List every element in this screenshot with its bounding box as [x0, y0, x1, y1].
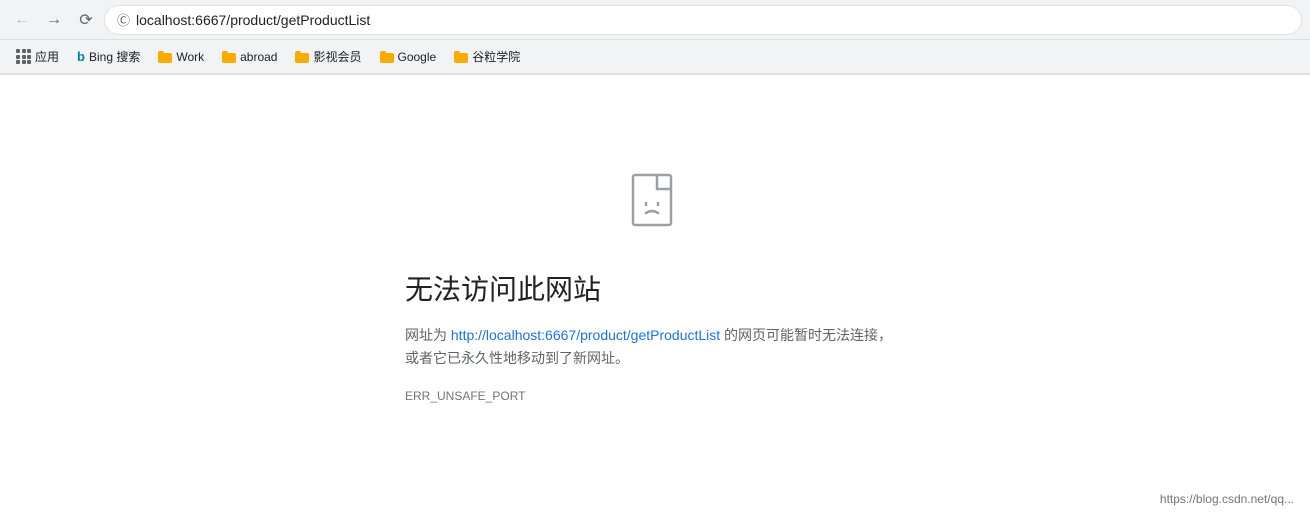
- bing-icon: b: [77, 49, 85, 64]
- apps-label: 应用: [35, 48, 59, 65]
- error-wrapper: 无法访问此网站 网址为 http://localhost:6667/produc…: [20, 167, 1290, 403]
- url-text: localhost:6667/product/getProductList: [136, 12, 1289, 28]
- folder-icon: [222, 51, 236, 63]
- page-content: 无法访问此网站 网址为 http://localhost:6667/produc…: [0, 75, 1310, 455]
- bookmark-abroad[interactable]: abroad: [214, 46, 285, 68]
- apps-grid-icon: [16, 49, 31, 64]
- bookmark-apps[interactable]: 应用: [8, 44, 67, 69]
- error-icon: [619, 167, 691, 244]
- bookmark-label: 影视会员: [313, 48, 361, 65]
- folder-icon: [158, 51, 172, 63]
- error-text-block: 无法访问此网站 网址为 http://localhost:6667/produc…: [405, 268, 905, 403]
- bookmark-movie[interactable]: 影视会员: [287, 44, 369, 69]
- address-bar[interactable]: Ⓒ localhost:6667/product/getProductList: [104, 5, 1302, 35]
- reload-button[interactable]: ⟳: [72, 6, 100, 34]
- bookmark-bing[interactable]: b Bing 搜索: [69, 44, 148, 69]
- forward-button[interactable]: →: [40, 6, 68, 34]
- folder-icon: [295, 51, 309, 63]
- folder-icon: [380, 51, 394, 63]
- lock-icon: Ⓒ: [117, 10, 130, 29]
- bookmark-label: 谷粒学院: [472, 48, 520, 65]
- bookmarks-bar: 应用 b Bing 搜索 Work abroad 影视会员 Google 谷粒学…: [0, 40, 1310, 74]
- error-code: ERR_UNSAFE_PORT: [405, 389, 525, 403]
- description-prefix: 网址为: [405, 327, 451, 343]
- bookmark-google[interactable]: Google: [372, 46, 445, 68]
- bookmark-grain[interactable]: 谷粒学院: [446, 44, 528, 69]
- error-description: 网址为 http://localhost:6667/product/getPro…: [405, 324, 905, 369]
- error-heading: 无法访问此网站: [405, 268, 905, 308]
- nav-bar: ← → ⟳ Ⓒ localhost:6667/product/getProduc…: [0, 0, 1310, 40]
- bookmark-label: Google: [398, 50, 437, 64]
- back-button[interactable]: ←: [8, 6, 36, 34]
- bottom-link-text: https://blog.csdn.net/qq...: [1160, 492, 1294, 506]
- bing-label: Bing 搜索: [89, 48, 140, 65]
- bottom-link: https://blog.csdn.net/qq...: [1160, 492, 1294, 506]
- bookmark-label: Work: [176, 50, 204, 64]
- folder-icon: [454, 51, 468, 63]
- error-url-link[interactable]: http://localhost:6667/product/getProduct…: [451, 327, 720, 343]
- bookmark-label: abroad: [240, 50, 277, 64]
- browser-chrome: ← → ⟳ Ⓒ localhost:6667/product/getProduc…: [0, 0, 1310, 75]
- bookmark-work[interactable]: Work: [150, 46, 212, 68]
